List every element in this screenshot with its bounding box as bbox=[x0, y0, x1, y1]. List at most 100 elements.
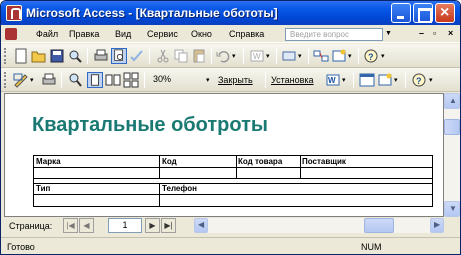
document-control-icon[interactable] bbox=[5, 28, 17, 40]
report-detail-grid: Марка Код Код товара Поставщик Тип Телеф… bbox=[33, 155, 433, 207]
page-number-input[interactable]: 1 bbox=[108, 218, 142, 233]
print-preview-icon[interactable] bbox=[111, 48, 127, 64]
ask-question-dropdown-icon[interactable]: ▼ bbox=[385, 30, 392, 37]
office-links-dropdown-icon[interactable]: ▾ bbox=[266, 52, 270, 60]
new-object-icon[interactable] bbox=[331, 48, 347, 64]
toolbar-options-dropdown-icon[interactable]: ▾ bbox=[381, 52, 385, 60]
close-window-button[interactable]: × bbox=[435, 3, 455, 23]
grid-line bbox=[159, 183, 160, 207]
grid-line bbox=[34, 183, 432, 184]
toolbar-separator bbox=[149, 48, 150, 64]
new-object-icon[interactable] bbox=[377, 72, 393, 88]
toolbar-separator bbox=[243, 48, 244, 64]
next-page-button[interactable]: ▶ bbox=[145, 218, 160, 233]
arrow-up-icon: ▲ bbox=[449, 96, 457, 105]
maximize-button[interactable] bbox=[413, 3, 433, 23]
analyze-icon[interactable] bbox=[281, 48, 297, 64]
toolbar-separator bbox=[61, 72, 62, 88]
horizontal-scroll-thumb[interactable] bbox=[364, 218, 394, 233]
multiple-pages-icon[interactable] bbox=[123, 72, 139, 88]
undo-icon[interactable] bbox=[215, 48, 231, 64]
relationships-icon[interactable] bbox=[313, 48, 329, 64]
field-label-supplier: Поставщик bbox=[302, 157, 346, 166]
cut-icon[interactable] bbox=[155, 48, 171, 64]
view-design-icon[interactable] bbox=[13, 72, 29, 88]
ask-question-input[interactable]: Введите вопрос bbox=[285, 28, 383, 41]
toolbar-separator bbox=[358, 48, 359, 64]
open-icon[interactable] bbox=[31, 48, 47, 64]
database-window-icon[interactable] bbox=[359, 72, 375, 88]
menu-window[interactable]: Окно bbox=[191, 29, 212, 39]
vertical-scrollbar[interactable]: ▲ ▼ bbox=[444, 93, 460, 217]
scroll-up-button[interactable]: ▲ bbox=[444, 93, 460, 109]
print-icon[interactable] bbox=[93, 48, 109, 64]
menu-view[interactable]: Вид bbox=[115, 29, 131, 39]
office-links-dropdown-icon[interactable]: ▾ bbox=[342, 76, 346, 84]
help-icon[interactable]: ? bbox=[411, 72, 427, 88]
save-icon[interactable] bbox=[49, 48, 65, 64]
page-setup-button[interactable]: Установка bbox=[271, 75, 314, 85]
minimize-button[interactable] bbox=[391, 3, 411, 23]
title-bar[interactable]: Microsoft Access - [Квартальные обототы]… bbox=[1, 1, 460, 25]
zoom-icon[interactable] bbox=[67, 72, 83, 88]
previous-page-button[interactable]: ◀ bbox=[79, 218, 94, 233]
new-icon[interactable] bbox=[13, 48, 29, 64]
previous-page-icon: ◀ bbox=[83, 221, 90, 230]
standard-toolbar: ▾ W ▾ ▾ ▾ ? ▾ bbox=[1, 44, 460, 68]
new-object-dropdown-icon[interactable]: ▾ bbox=[394, 76, 398, 84]
office-links-icon[interactable]: W bbox=[249, 48, 265, 64]
page-navigation-bar: Страница: |◀ ◀ 1 ▶ ▶| ◀ ▶ bbox=[1, 217, 460, 235]
vertical-scroll-thumb[interactable] bbox=[444, 119, 460, 135]
print-icon[interactable] bbox=[41, 72, 57, 88]
toolbar-grip[interactable] bbox=[4, 48, 7, 64]
spelling-icon[interactable] bbox=[129, 48, 145, 64]
access-app-icon[interactable] bbox=[6, 5, 22, 21]
scroll-left-button[interactable]: ◀ bbox=[194, 218, 208, 233]
first-page-button[interactable]: |◀ bbox=[63, 218, 78, 233]
analyze-dropdown-icon[interactable]: ▾ bbox=[298, 52, 302, 60]
menu-edit[interactable]: Правка bbox=[69, 29, 99, 39]
doc-minimize-icon[interactable]: – bbox=[419, 28, 424, 38]
status-text: Готово bbox=[7, 242, 35, 252]
field-label-product-code: Код товара bbox=[238, 157, 283, 166]
toolbar-grip[interactable] bbox=[4, 72, 7, 88]
grid-line bbox=[159, 156, 160, 178]
office-links-icon[interactable]: W bbox=[325, 72, 341, 88]
field-label-phone: Телефон bbox=[162, 184, 197, 193]
doc-restore-icon[interactable]: ▫ bbox=[433, 28, 436, 38]
last-page-icon: ▶| bbox=[164, 221, 173, 230]
grid-line bbox=[34, 178, 432, 179]
toolbar-options-dropdown-icon[interactable]: ▾ bbox=[429, 76, 433, 84]
scroll-right-button[interactable]: ▶ bbox=[430, 218, 444, 233]
field-label-brand: Марка bbox=[36, 157, 61, 166]
scroll-down-button[interactable]: ▼ bbox=[444, 201, 460, 217]
toolbar-separator bbox=[211, 48, 212, 64]
undo-dropdown-icon[interactable]: ▾ bbox=[232, 52, 236, 60]
arrow-down-icon: ▼ bbox=[449, 204, 457, 213]
menu-help[interactable]: Справка bbox=[229, 29, 264, 39]
zoom-dropdown-icon[interactable]: ▾ bbox=[206, 76, 210, 84]
page-label: Страница: bbox=[9, 221, 53, 231]
doc-close-icon[interactable]: × bbox=[448, 28, 453, 38]
menu-tools[interactable]: Сервис bbox=[147, 29, 178, 39]
svg-text:?: ? bbox=[368, 52, 374, 62]
view-dropdown-icon[interactable]: ▾ bbox=[30, 76, 34, 84]
report-preview-area[interactable]: Квартальные оботроты Марка Код Код товар… bbox=[4, 93, 444, 217]
search-file-icon[interactable] bbox=[67, 48, 83, 64]
one-page-icon[interactable] bbox=[87, 72, 103, 88]
paste-icon[interactable] bbox=[191, 48, 207, 64]
new-object-dropdown-icon[interactable]: ▾ bbox=[348, 52, 352, 60]
copy-icon[interactable] bbox=[173, 48, 189, 64]
close-preview-button[interactable]: Закрыть bbox=[218, 75, 253, 85]
help-icon[interactable]: ? bbox=[363, 48, 379, 64]
menu-file[interactable]: Файл bbox=[36, 29, 58, 39]
last-page-button[interactable]: ▶| bbox=[161, 218, 176, 233]
window-title: Microsoft Access - [Квартальные обототы] bbox=[26, 6, 278, 20]
svg-text:W: W bbox=[328, 76, 336, 85]
horizontal-scrollbar[interactable]: ◀ ▶ bbox=[194, 218, 444, 233]
next-page-icon: ▶ bbox=[149, 221, 156, 230]
two-pages-icon[interactable] bbox=[105, 72, 121, 88]
status-bar: Готово NUM bbox=[1, 237, 460, 254]
report-title: Квартальные оботроты bbox=[32, 114, 268, 136]
zoom-combo[interactable]: 30% bbox=[150, 71, 212, 88]
